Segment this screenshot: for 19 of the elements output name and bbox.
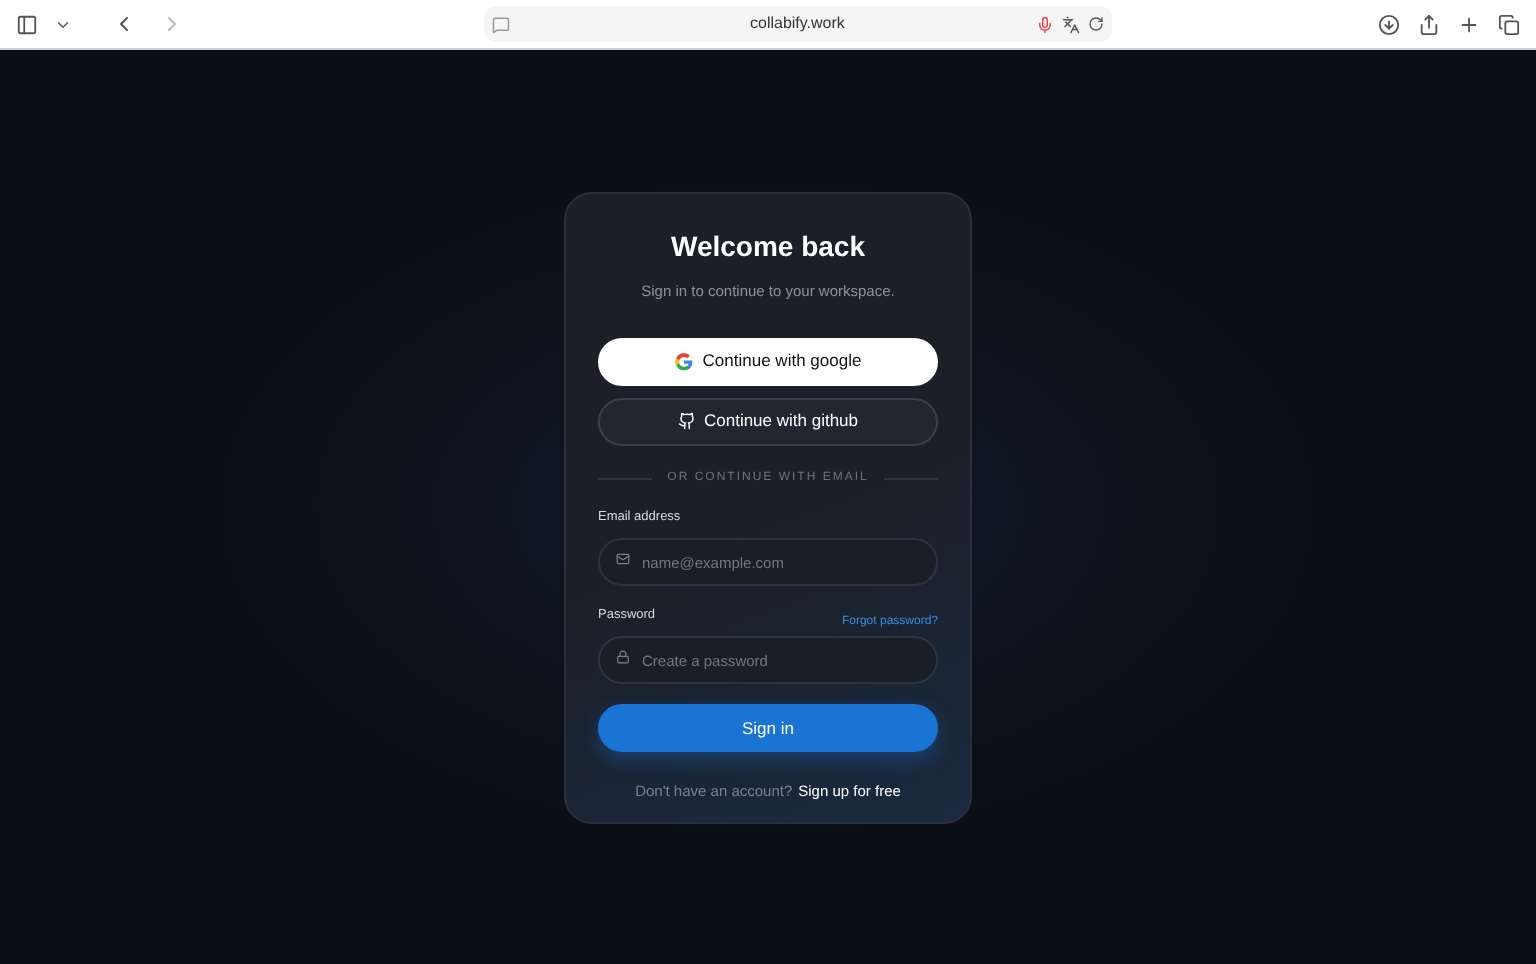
title: Welcome back <box>670 227 865 265</box>
github-button[interactable]: Continue with github <box>598 397 938 446</box>
mail-icon <box>616 552 630 566</box>
tabs-icon[interactable] <box>1498 13 1520 35</box>
address-bar[interactable]: collabify.work <box>484 6 1112 42</box>
reload-icon[interactable] <box>1088 16 1104 32</box>
google-button[interactable]: Continue with google <box>598 337 938 386</box>
share-icon[interactable] <box>1418 13 1440 35</box>
sidebar-icon[interactable] <box>16 13 38 35</box>
google-icon <box>674 351 695 372</box>
url-text: collabify.work <box>750 12 845 36</box>
download-icon[interactable] <box>1378 13 1400 35</box>
sign-in-button[interactable]: Sign in <box>598 704 938 753</box>
github-icon <box>677 412 696 431</box>
page-icon <box>492 15 510 33</box>
mic-icon[interactable] <box>1036 15 1054 33</box>
new-tab-icon[interactable] <box>1458 13 1480 35</box>
translate-icon[interactable] <box>1062 15 1080 33</box>
lock-icon <box>616 650 630 665</box>
